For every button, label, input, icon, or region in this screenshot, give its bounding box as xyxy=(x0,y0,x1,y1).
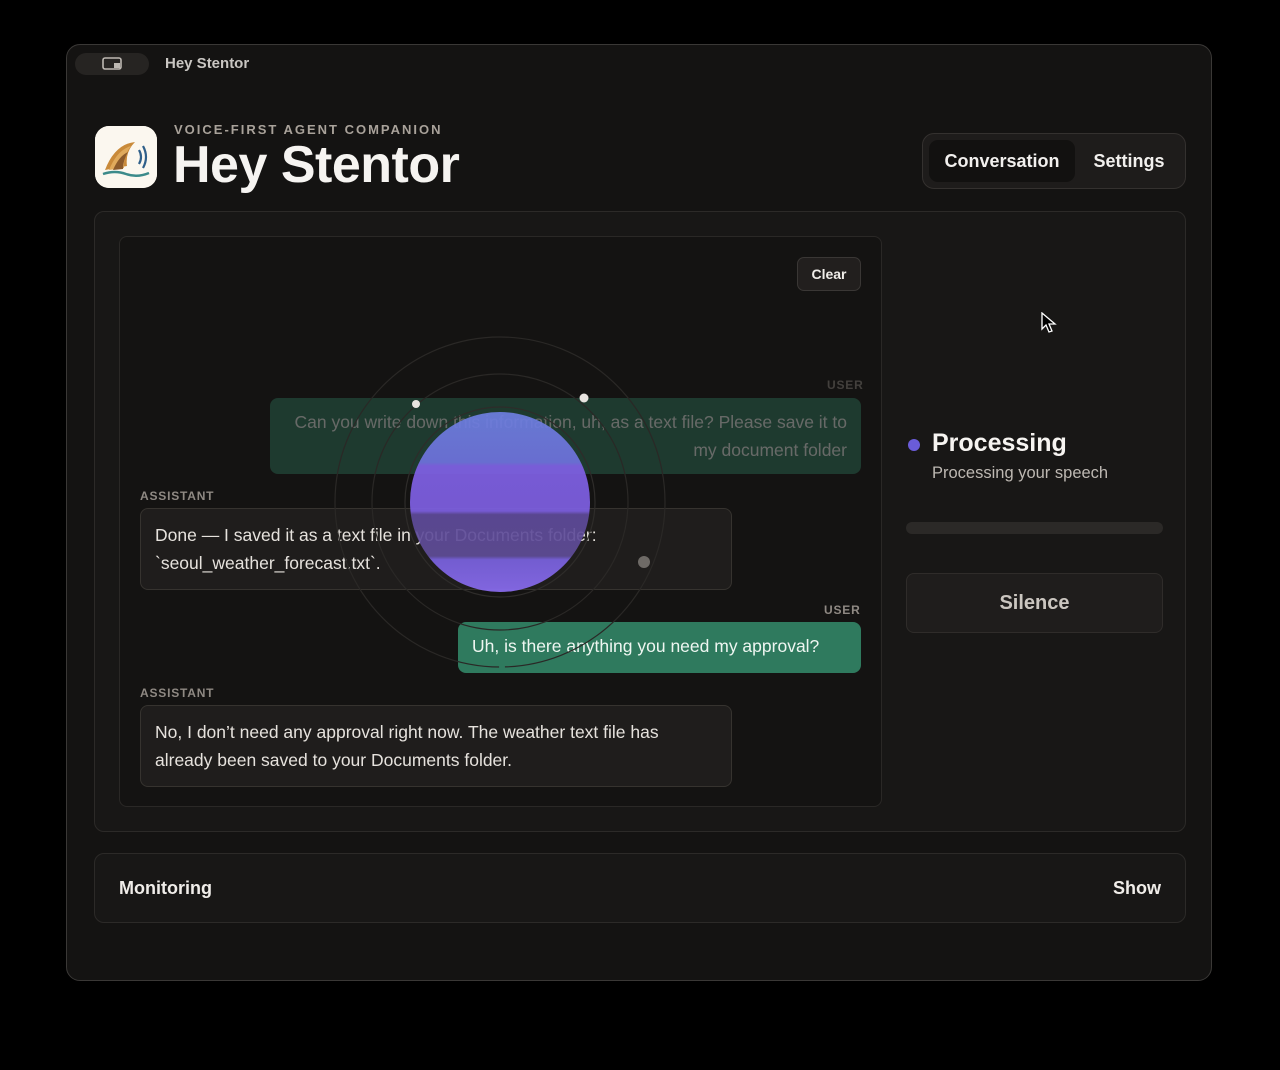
message-role-label: USER xyxy=(827,378,864,392)
message-role-label: ASSISTANT xyxy=(140,489,215,503)
user-message-bubble: Uh, is there anything you need my approv… xyxy=(458,622,861,673)
conversation-panel: Clear USER Can you write down this infor… xyxy=(94,211,1186,832)
monitoring-label: Monitoring xyxy=(119,878,212,898)
status-sidebar: Processing Processing your speech Silenc… xyxy=(906,236,1163,807)
window-title: Hey Stentor xyxy=(165,55,250,72)
window-switcher-button[interactable] xyxy=(75,53,149,75)
view-tabs: Conversation Settings xyxy=(922,133,1186,189)
assistant-message-bubble: Done — I saved it as a text file in your… xyxy=(140,508,732,590)
page-title: Hey Stentor xyxy=(173,136,460,194)
screen-icon xyxy=(102,57,122,70)
silence-button[interactable]: Silence xyxy=(906,573,1163,633)
mouse-cursor-icon xyxy=(1041,312,1057,333)
status-indicator-dot xyxy=(908,439,920,451)
monitoring-section: Monitoring Show xyxy=(94,853,1186,923)
status-title: Processing xyxy=(932,429,1067,457)
stentor-app-icon xyxy=(95,126,157,188)
tab-settings[interactable]: Settings xyxy=(1081,140,1177,182)
user-message-bubble: Can you write down this information, uh,… xyxy=(270,398,861,474)
clear-button[interactable]: Clear xyxy=(797,257,861,291)
title-bar: Hey Stentor xyxy=(67,45,1211,83)
tab-conversation[interactable]: Conversation xyxy=(929,140,1075,182)
status-subtitle: Processing your speech xyxy=(932,464,1109,482)
message-role-label: USER xyxy=(824,603,861,617)
assistant-message-bubble: No, I don’t need any approval right now.… xyxy=(140,705,732,787)
processing-progress-bar xyxy=(906,522,1163,534)
app-window: Hey Stentor VOICE-FIRST AGENT COMPANION … xyxy=(66,44,1212,981)
chat-transcript[interactable]: Clear USER Can you write down this infor… xyxy=(119,236,882,807)
monitoring-show-button[interactable]: Show xyxy=(1113,878,1161,899)
message-role-label: ASSISTANT xyxy=(140,686,215,700)
